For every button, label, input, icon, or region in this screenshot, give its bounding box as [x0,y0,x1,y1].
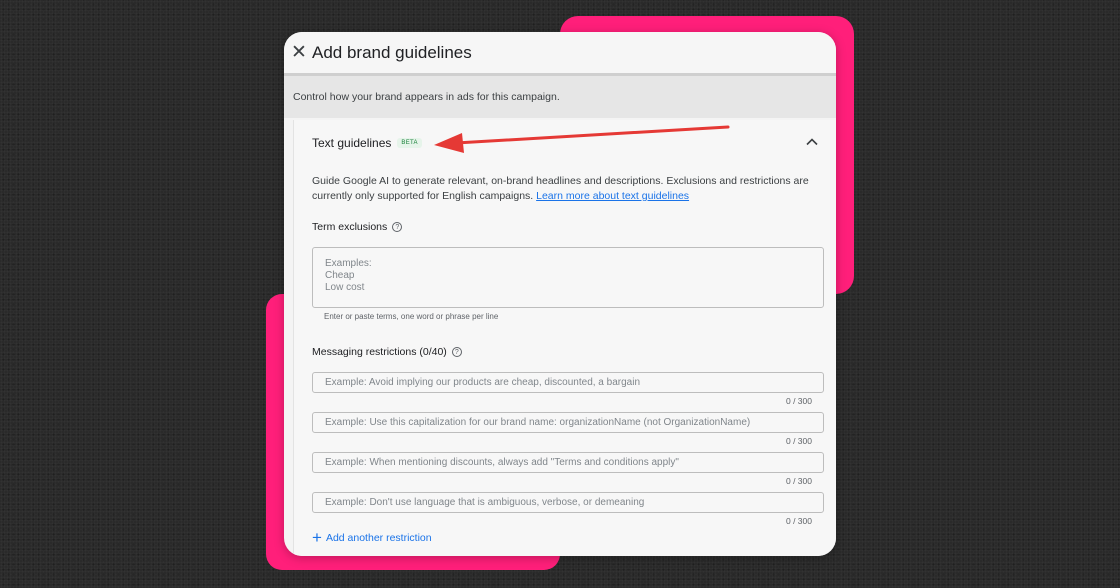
plus-icon: + [312,528,322,547]
restriction-input[interactable]: Example: Use this capitalization for our… [312,412,824,433]
text-guidelines-header[interactable]: Text guidelines BETA [312,136,422,150]
chevron-up-icon[interactable] [804,134,820,150]
term-exclusions-helper: Enter or paste terms, one word or phrase… [324,312,499,321]
dialog-intro: Control how your brand appears in ads fo… [284,76,836,118]
restriction-input[interactable]: Example: When mentioning discounts, alwa… [312,452,824,473]
restriction-counter: 0 / 300 [786,476,812,486]
beta-badge: BETA [397,138,422,148]
restriction-counter: 0 / 300 [786,516,812,526]
restriction-counter: 0 / 300 [786,436,812,446]
restriction-input[interactable]: Example: Avoid implying our products are… [312,372,824,393]
text-guidelines-card: Text guidelines BETA Guide Google AI to … [293,120,836,556]
dialog-title: Add brand guidelines [312,42,472,62]
close-icon[interactable]: ✕ [288,42,310,64]
help-icon[interactable]: ? [392,222,403,232]
term-exclusions-label-text: Term exclusions [312,221,388,233]
messaging-restrictions-label-text: Messaging restrictions (0/40) [312,346,447,358]
add-restriction-label: Add another restriction [325,531,432,544]
help-icon[interactable]: ? [451,347,462,357]
red-arrow-annotation-icon [434,125,730,153]
add-restriction-button[interactable]: + Add another restriction [312,529,432,546]
dialog-header: ✕ Add brand guidelines [284,32,836,76]
guidelines-description: Guide Google AI to generate relevant, on… [312,174,822,204]
messaging-restrictions-label: Messaging restrictions (0/40) ? [312,346,462,358]
brand-guidelines-dialog: ✕ Add brand guidelines Control how your … [284,32,836,556]
restriction-input[interactable]: Example: Don't use language that is ambi… [312,492,824,513]
term-exclusions-textarea[interactable]: Examples: Cheap Low cost [312,247,824,308]
section-title: Text guidelines [312,136,392,150]
restriction-counter: 0 / 300 [786,396,812,406]
learn-more-link[interactable]: Learn more about text guidelines [536,190,689,202]
term-exclusions-label: Term exclusions ? [312,221,403,233]
